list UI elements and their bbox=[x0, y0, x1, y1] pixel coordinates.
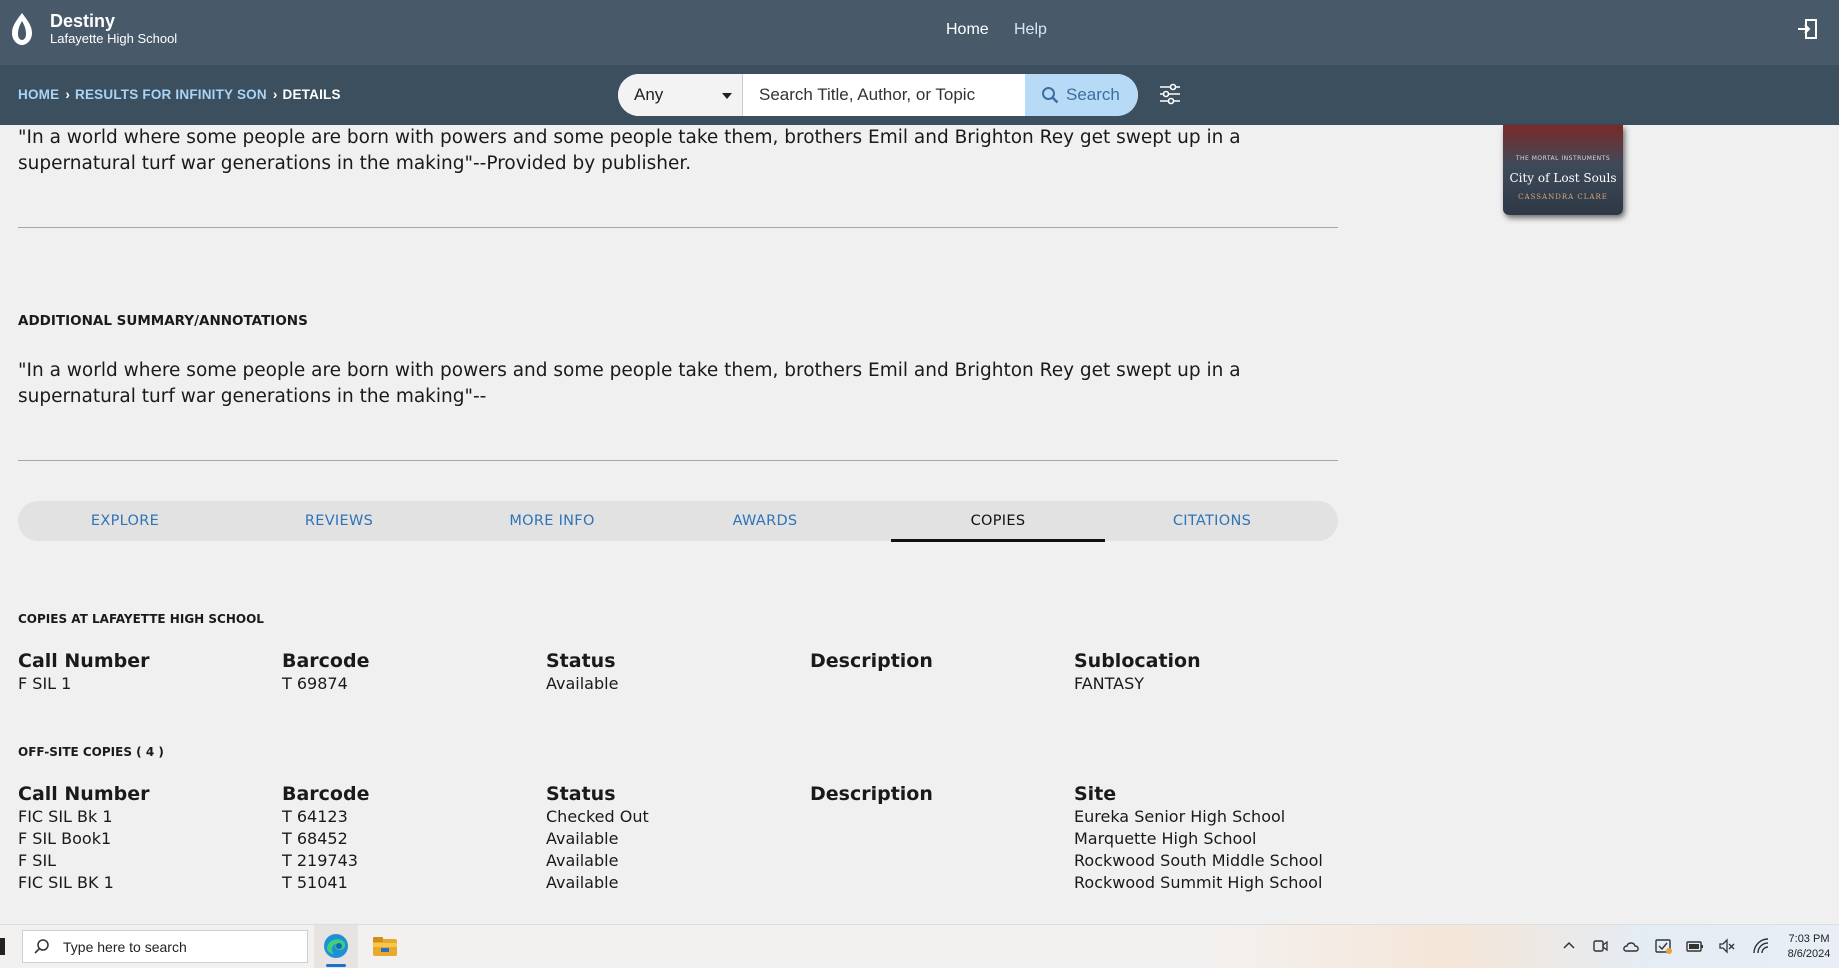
caret-down-icon bbox=[722, 93, 732, 99]
cover-title: City of Lost Souls bbox=[1509, 171, 1617, 185]
search-box: Any Search bbox=[618, 74, 1138, 116]
tab-citations[interactable]: CITATIONS bbox=[1105, 501, 1319, 541]
status-cell: Checked Out bbox=[546, 807, 649, 826]
taskbar-search-box[interactable]: Type here to search bbox=[22, 930, 308, 963]
call-number-cell: F SIL 1 bbox=[18, 674, 72, 693]
site-cell: Rockwood South Middle School bbox=[1074, 851, 1323, 870]
local-copies-heading: COPIES AT LAFAYETTE HIGH SCHOOL bbox=[18, 612, 264, 626]
barcode-cell: T 68452 bbox=[282, 829, 348, 848]
column-header: Sublocation bbox=[1074, 650, 1201, 672]
barcode-cell: T 219743 bbox=[282, 851, 358, 870]
breadcrumb: HOME › RESULTS FOR INFINITY SON › DETAILS bbox=[18, 87, 341, 102]
search-scope-value: Any bbox=[634, 85, 664, 104]
additional-summary-heading: ADDITIONAL SUMMARY/ANNOTATIONS bbox=[18, 313, 308, 329]
detail-tabs: EXPLORE REVIEWS MORE INFO AWARDS COPIES … bbox=[18, 501, 1338, 542]
barcode-cell: T 64123 bbox=[282, 807, 348, 826]
clock-date: 8/6/2024 bbox=[1787, 948, 1831, 960]
divider bbox=[18, 460, 1338, 461]
barcode-cell: T 51041 bbox=[282, 873, 348, 892]
column-header: Description bbox=[810, 650, 933, 672]
site-cell: Marquette High School bbox=[1074, 829, 1257, 848]
summary-text: "In a world where some people are born w… bbox=[18, 127, 1241, 174]
os-taskbar: Type here to search 7:03 PM 8/6/2024 bbox=[0, 924, 1839, 968]
search-button[interactable]: Search bbox=[1025, 74, 1138, 116]
security-alert-icon[interactable] bbox=[1654, 937, 1672, 955]
folder-icon bbox=[373, 937, 397, 956]
status-cell: Available bbox=[546, 674, 619, 693]
speaker-muted-icon[interactable] bbox=[1718, 937, 1736, 955]
nav-help-link[interactable]: Help bbox=[1014, 21, 1047, 39]
breadcrumb-results[interactable]: RESULTS FOR INFINITY SON bbox=[75, 87, 267, 102]
onedrive-cloud-icon[interactable] bbox=[1622, 937, 1640, 955]
meet-now-icon[interactable] bbox=[1591, 937, 1609, 955]
search-icon bbox=[1042, 87, 1059, 104]
column-header: Barcode bbox=[282, 783, 370, 805]
search-bar-row: HOME › RESULTS FOR INFINITY SON › DETAILS An… bbox=[0, 65, 1839, 125]
system-clock[interactable]: 7:03 PM 8/6/2024 bbox=[1780, 932, 1838, 962]
cover-author: CASSANDRA CLARE bbox=[1518, 193, 1608, 201]
clock-time: 7:03 PM bbox=[1788, 933, 1830, 945]
offsite-copies-heading: OFF-SITE COPIES ( 4 ) bbox=[18, 745, 164, 759]
column-header: Call Number bbox=[18, 650, 150, 672]
call-number-cell: FIC SIL BK 1 bbox=[18, 873, 114, 892]
additional-summary-text: "In a world where some people are born w… bbox=[18, 360, 1241, 407]
start-button-icon[interactable] bbox=[0, 938, 5, 955]
call-number-cell: F SIL bbox=[18, 851, 57, 870]
status-cell: Available bbox=[546, 829, 619, 848]
tab-copies[interactable]: COPIES bbox=[891, 501, 1105, 542]
nav-home-link[interactable]: Home bbox=[946, 21, 989, 39]
column-header: Description bbox=[810, 783, 933, 805]
column-header: Barcode bbox=[282, 650, 370, 672]
sign-in-icon[interactable] bbox=[1795, 17, 1819, 41]
chevron-up-icon[interactable] bbox=[1560, 937, 1578, 955]
column-header: Status bbox=[546, 783, 616, 805]
top-header: Destiny Lafayette High School Home Help bbox=[0, 0, 1839, 65]
tab-more-info[interactable]: MORE INFO bbox=[445, 501, 659, 541]
edge-browser-taskbar-button[interactable] bbox=[314, 925, 358, 968]
breadcrumb-current: DETAILS bbox=[282, 87, 341, 102]
call-number-cell: F SIL Book1 bbox=[18, 829, 112, 848]
search-icon bbox=[34, 939, 49, 954]
destiny-logo-icon bbox=[12, 13, 32, 45]
book-cover-image[interactable]: THE MORTAL INSTRUMENTS City of Lost Soul… bbox=[1503, 125, 1623, 215]
wifi-icon[interactable] bbox=[1752, 937, 1770, 955]
search-scope-dropdown[interactable]: Any bbox=[618, 74, 743, 116]
status-cell: Available bbox=[546, 851, 619, 870]
advanced-search-filter-icon[interactable] bbox=[1158, 82, 1182, 106]
breadcrumb-home[interactable]: HOME bbox=[18, 87, 59, 102]
chevron-right-icon: › bbox=[65, 87, 71, 102]
site-cell: Rockwood Summit High School bbox=[1074, 873, 1323, 892]
barcode-cell: T 69874 bbox=[282, 674, 348, 693]
search-input[interactable] bbox=[743, 74, 1025, 116]
call-number-cell: FIC SIL Bk 1 bbox=[18, 807, 113, 826]
search-button-label: Search bbox=[1066, 85, 1120, 104]
sublocation-cell: FANTASY bbox=[1074, 674, 1145, 693]
battery-icon[interactable] bbox=[1686, 937, 1704, 955]
column-header: Site bbox=[1074, 783, 1117, 805]
cover-series: THE MORTAL INSTRUMENTS bbox=[1515, 155, 1611, 162]
school-name: Lafayette High School bbox=[50, 31, 178, 46]
taskbar-search-placeholder: Type here to search bbox=[63, 939, 187, 955]
column-header: Call Number bbox=[18, 783, 150, 805]
file-explorer-taskbar-button[interactable] bbox=[363, 925, 407, 968]
divider bbox=[18, 227, 1338, 228]
edge-browser-icon bbox=[324, 934, 348, 958]
site-cell: Eureka Senior High School bbox=[1074, 807, 1286, 826]
status-cell: Available bbox=[546, 873, 619, 892]
taskbar-background bbox=[1200, 925, 1839, 968]
brand-title: Destiny bbox=[50, 11, 116, 31]
chevron-right-icon: › bbox=[272, 87, 278, 102]
tab-reviews[interactable]: REVIEWS bbox=[232, 501, 446, 541]
column-header: Status bbox=[546, 650, 616, 672]
tab-explore[interactable]: EXPLORE bbox=[18, 501, 232, 541]
tab-awards[interactable]: AWARDS bbox=[658, 501, 872, 541]
